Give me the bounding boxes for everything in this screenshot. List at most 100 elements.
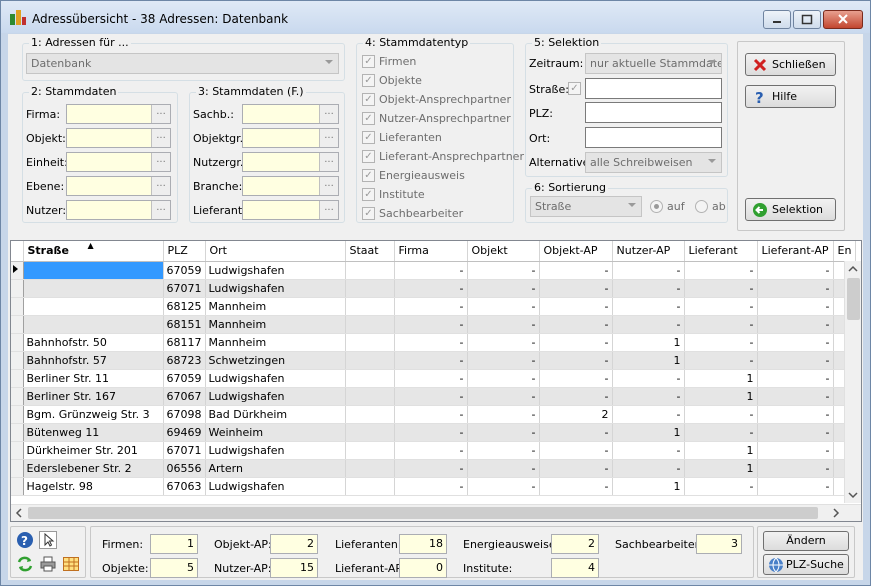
table-cell[interactable]: - — [757, 441, 834, 460]
table-cell[interactable]: - — [757, 423, 834, 442]
pointer-icon[interactable] — [39, 531, 57, 549]
lieferant-field[interactable]: ... — [242, 200, 339, 220]
table-cell[interactable]: Bgm. Grünzweig Str. 3 — [23, 405, 164, 424]
table-cell[interactable]: Ludwigshafen — [205, 261, 346, 280]
table-cell[interactable]: - — [467, 405, 540, 424]
col-header-nutzer-ap[interactable]: Nutzer-AP — [612, 241, 685, 262]
table-cell[interactable]: - — [612, 369, 685, 388]
table-cell[interactable]: - — [467, 423, 540, 442]
stammdatentyp-objekt-ap[interactable]: ✓ Objekt-Ansprechpartner — [362, 91, 522, 109]
table-cell[interactable]: 69469 — [163, 423, 206, 442]
row-header[interactable] — [11, 369, 24, 388]
plz-input[interactable] — [585, 102, 722, 123]
table-cell[interactable]: - — [684, 351, 758, 370]
row-header[interactable] — [11, 315, 24, 334]
table-cell[interactable] — [345, 423, 395, 442]
table-cell[interactable]: - — [539, 351, 613, 370]
table-cell[interactable]: - — [467, 297, 540, 316]
table-cell[interactable]: - — [467, 261, 540, 280]
vertical-scroll-thumb[interactable] — [847, 278, 860, 320]
sort-ab-radio[interactable] — [695, 200, 708, 213]
browse-icon[interactable]: ... — [151, 177, 170, 195]
table-cell[interactable] — [23, 315, 164, 334]
table-cell[interactable]: - — [684, 333, 758, 352]
table-cell[interactable] — [23, 261, 164, 280]
row-header[interactable] — [11, 279, 24, 298]
strasse-checkbox[interactable]: ✓ — [568, 82, 581, 95]
table-cell[interactable]: 67063 — [163, 477, 206, 496]
table-cell[interactable]: - — [757, 333, 834, 352]
table-cell[interactable]: - — [684, 315, 758, 334]
stammdatentyp-institute[interactable]: ✓ Institute — [362, 186, 522, 204]
table-cell[interactable] — [345, 441, 395, 460]
table-cell[interactable]: - — [757, 477, 834, 496]
col-header-firma[interactable]: Firma — [394, 241, 468, 262]
table-row[interactable]: Berliner Str. 11 67059 Ludwigshafen - - - -1- — [11, 369, 857, 388]
table-cell[interactable]: - — [612, 405, 685, 424]
col-header-ort[interactable]: Ort — [205, 241, 346, 262]
table-cell[interactable]: - — [757, 315, 834, 334]
table-row[interactable]: 67059 Ludwigshafen - - - - - - — [11, 261, 857, 280]
table-cell[interactable]: Weinheim — [205, 423, 346, 442]
browse-icon[interactable]: ... — [319, 177, 338, 195]
ort-input[interactable] — [585, 127, 722, 148]
table-cell[interactable]: Hagelstr. 98 — [23, 477, 164, 496]
table-cell[interactable]: - — [539, 387, 613, 406]
table-cell[interactable]: Ludwigshafen — [205, 387, 346, 406]
table-row[interactable]: 67071 Ludwigshafen - - - - - - — [11, 279, 857, 298]
table-cell[interactable]: - — [612, 261, 685, 280]
table-cell[interactable]: - — [394, 387, 468, 406]
table-cell[interactable]: - — [612, 315, 685, 334]
table-cell[interactable]: - — [467, 477, 540, 496]
table-row[interactable]: Ederslebener Str. 2 06556 Artern - - - -1- — [11, 459, 857, 478]
row-header[interactable] — [11, 297, 24, 316]
plz-search-button[interactable]: PLZ-Suche — [763, 554, 849, 575]
table-cell[interactable]: Mannheim — [205, 315, 346, 334]
table-cell[interactable]: 1 — [612, 333, 685, 352]
selection-button[interactable]: Selektion — [745, 198, 836, 221]
table-cell[interactable]: 68151 — [163, 315, 206, 334]
table-cell[interactable]: - — [684, 477, 758, 496]
horizontal-scroll-thumb[interactable] — [28, 507, 818, 519]
table-cell[interactable]: - — [539, 477, 613, 496]
table-cell[interactable]: 1 — [684, 387, 758, 406]
table-cell[interactable]: - — [394, 351, 468, 370]
table-cell[interactable]: 67071 — [163, 279, 206, 298]
table-cell[interactable]: - — [467, 351, 540, 370]
browse-icon[interactable]: ... — [151, 105, 170, 123]
horizontal-scrollbar[interactable] — [11, 504, 861, 521]
minimize-button[interactable] — [763, 10, 791, 29]
scroll-up-icon[interactable] — [845, 261, 861, 277]
table-cell[interactable] — [345, 351, 395, 370]
objektgr-field[interactable]: ... — [242, 128, 339, 148]
table-row[interactable]: Bahnhofstr. 57 68723 Schwetzingen - - -1- - — [11, 351, 857, 370]
table-row[interactable]: 68125 Mannheim - - - - - - — [11, 297, 857, 316]
table-cell[interactable]: Bad Dürkheim — [205, 405, 346, 424]
zeitraum-combo[interactable]: nur aktuelle Stammdaten — [585, 53, 722, 74]
export-table-icon[interactable] — [62, 555, 80, 573]
stammdatentyp-objekte[interactable]: ✓ Objekte — [362, 72, 522, 90]
row-header[interactable] — [11, 261, 24, 280]
table-cell[interactable]: 67098 — [163, 405, 206, 424]
table-cell[interactable]: - — [684, 261, 758, 280]
table-cell[interactable]: Artern — [205, 459, 346, 478]
table-cell[interactable]: - — [394, 297, 468, 316]
table-row[interactable]: Hagelstr. 98 67063 Ludwigshafen - - -1- - — [11, 477, 857, 496]
table-row[interactable]: Berliner Str. 167 67067 Ludwigshafen - - - -1- — [11, 387, 857, 406]
ebene-field[interactable]: ... — [66, 176, 171, 196]
table-cell[interactable]: - — [684, 405, 758, 424]
vertical-scrollbar[interactable] — [844, 261, 861, 503]
browse-icon[interactable]: ... — [319, 105, 338, 123]
table-cell[interactable]: 1 — [684, 459, 758, 478]
table-cell[interactable] — [345, 297, 395, 316]
table-cell[interactable]: Berliner Str. 167 — [23, 387, 164, 406]
table-cell[interactable]: Ludwigshafen — [205, 279, 346, 298]
table-cell[interactable] — [345, 387, 395, 406]
scroll-down-icon[interactable] — [845, 487, 861, 503]
firma-field[interactable]: ... — [66, 104, 171, 124]
table-cell[interactable]: - — [757, 351, 834, 370]
nutzergr-field[interactable]: ... — [242, 152, 339, 172]
col-header-lieferant[interactable]: Lieferant — [684, 241, 758, 262]
table-cell[interactable] — [23, 297, 164, 316]
stammdatentyp-energieausweis[interactable]: ✓ Energieausweis — [362, 167, 522, 185]
